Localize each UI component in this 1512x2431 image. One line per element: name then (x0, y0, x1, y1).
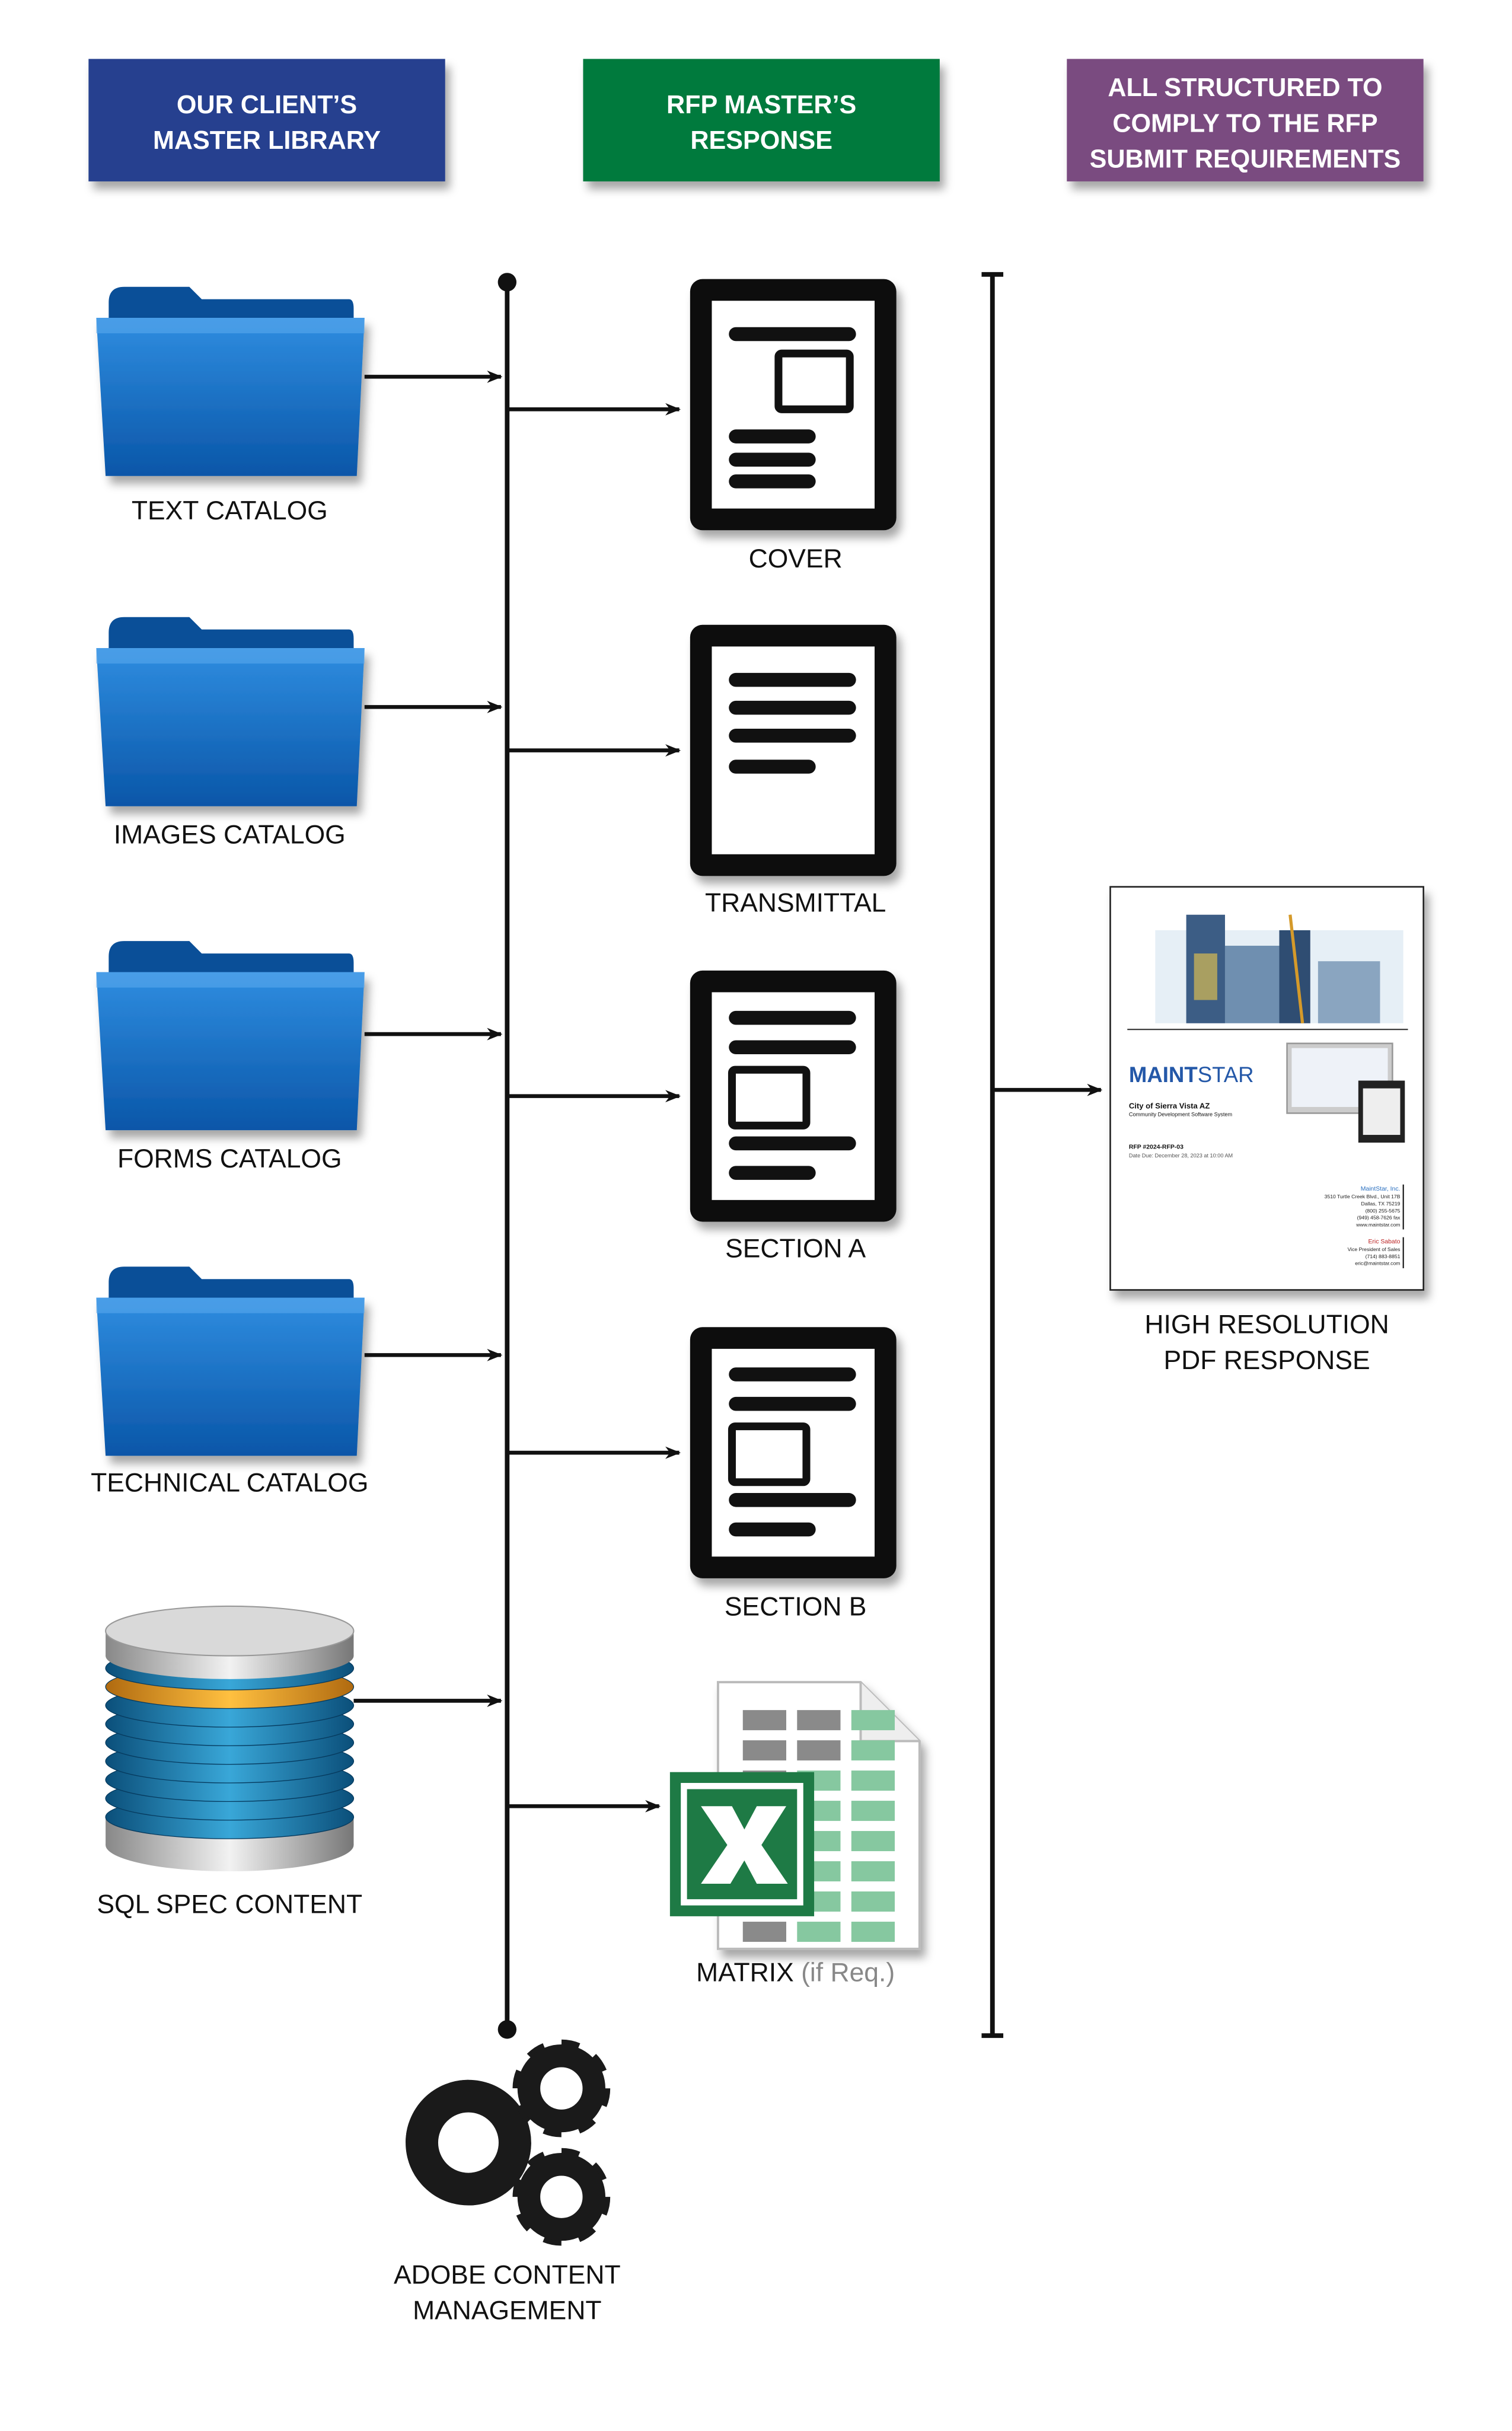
svg-text:Vice President of Sales: Vice President of Sales (1348, 1246, 1401, 1252)
document-icon[interactable] (690, 279, 897, 531)
database-icon (105, 1605, 355, 1872)
svg-text:Community Development Software: Community Development Software System (1129, 1112, 1233, 1118)
svg-text:(949) 458-7626 fax: (949) 458-7626 fax (1357, 1215, 1401, 1221)
document-icon[interactable] (690, 624, 897, 876)
response-label: SECTION B (725, 1593, 867, 1622)
gear-icon (512, 2039, 611, 2138)
gear-icon (512, 2148, 611, 2246)
svg-text:RFP MASTER’S: RFP MASTER’S (666, 91, 856, 119)
response-label: COVER (749, 544, 843, 573)
header-client-master-library: OUR CLIENT’S MASTER LIBRARY (88, 59, 445, 181)
svg-text:RFP #2024-RFP-03: RFP #2024-RFP-03 (1129, 1144, 1184, 1151)
response-label: TRANSMITTAL (705, 888, 886, 917)
svg-text:(714) 883-8851: (714) 883-8851 (1366, 1253, 1401, 1259)
svg-text:eric@maintstar.com: eric@maintstar.com (1355, 1261, 1400, 1266)
svg-text:Date Due: December 28, 2023 a: Date Due: December 28, 2023 at 10:00 AM (1129, 1153, 1233, 1159)
library-label: TECHNICAL CATALOG (91, 1468, 368, 1497)
gear-icon (406, 2079, 531, 2206)
output-label: HIGH RESOLUTION (1144, 1310, 1389, 1339)
svg-text:www.maintstar.com: www.maintstar.com (1355, 1221, 1400, 1227)
library-label: FORMS CATALOG (117, 1144, 342, 1173)
library-label: SQL SPEC CONTENT (97, 1890, 362, 1919)
output-label: PDF RESPONSE (1163, 1346, 1370, 1375)
header-structured-requirements: ALL STRUCTURED TO COMPLY TO THE RFP SUBM… (1067, 59, 1424, 181)
folder-icon[interactable] (96, 1266, 365, 1456)
document-icon[interactable] (690, 1327, 897, 1578)
pdf-response-thumbnail[interactable]: MAINTSTAR City of Sierra Vista AZ Commun… (1109, 886, 1424, 1291)
adobe-label: MANAGEMENT (413, 2296, 601, 2325)
svg-text:RESPONSE: RESPONSE (690, 126, 832, 155)
library-label: TEXT CATALOG (132, 496, 328, 525)
svg-text:ALL STRUCTURED TO: ALL STRUCTURED TO (1108, 74, 1382, 102)
svg-text:SUBMIT REQUIREMENTS: SUBMIT REQUIREMENTS (1090, 145, 1401, 173)
gears-icon (406, 2039, 611, 2246)
svg-text:OUR CLIENT’S: OUR CLIENT’S (177, 91, 357, 119)
folder-icon[interactable] (96, 617, 365, 806)
folder-icon[interactable] (96, 941, 365, 1131)
svg-text:Dallas, TX 75219: Dallas, TX 75219 (1361, 1201, 1401, 1207)
bus-endpoint (497, 273, 517, 292)
adobe-label: ADOBE CONTENT (394, 2261, 621, 2290)
svg-text:MASTER LIBRARY: MASTER LIBRARY (153, 126, 381, 155)
library-label: IMAGES CATALOG (114, 820, 346, 849)
svg-text:MaintStar, Inc.: MaintStar, Inc. (1361, 1186, 1401, 1192)
folder-icon[interactable] (96, 286, 365, 476)
rfp-workflow-diagram: OUR CLIENT’S MASTER LIBRARY RFP MASTER’S… (88, 59, 1424, 2325)
document-icon[interactable] (690, 970, 897, 1222)
matrix-label: MATRIX (if Req.) (696, 1958, 895, 1987)
svg-text:City of Sierra Vista AZ: City of Sierra Vista AZ (1129, 1102, 1210, 1111)
header-rfp-masters-response: RFP MASTER’S RESPONSE (583, 59, 940, 181)
excel-spreadsheet-icon (669, 1681, 921, 1950)
svg-text:(800) 255-5675: (800) 255-5675 (1366, 1208, 1401, 1214)
svg-text:COMPLY TO THE RFP: COMPLY TO THE RFP (1112, 109, 1377, 138)
brand-logo: MAINTSTAR (1129, 1063, 1254, 1087)
bus-endpoint (497, 2020, 517, 2039)
svg-text:Eric Sabato: Eric Sabato (1368, 1239, 1400, 1245)
svg-text:3510 Turtle Creek Blvd., Unit: 3510 Turtle Creek Blvd., Unit 17B (1325, 1194, 1401, 1199)
response-label: SECTION A (725, 1234, 866, 1264)
